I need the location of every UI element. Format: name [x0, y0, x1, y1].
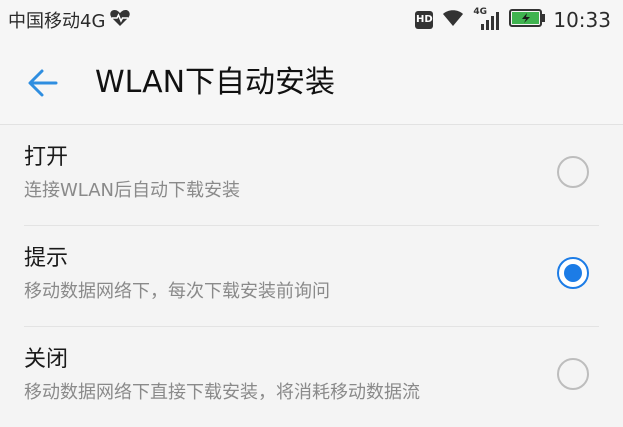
status-bar: 中国移动4G HD 4G 10:33: [0, 0, 623, 42]
signal-icon: 4G: [473, 7, 501, 31]
status-icons: HD 4G 10:33: [415, 7, 611, 33]
option-content: 打开 连接WLAN后自动下载安装: [24, 125, 623, 225]
battery-icon: [509, 9, 546, 31]
back-button[interactable]: [22, 61, 66, 105]
option-title: 提示: [24, 246, 69, 271]
option-row-on[interactable]: 打开 连接WLAN后自动下载安装: [0, 125, 623, 225]
option-title: 打开: [24, 145, 69, 170]
radio-button-prompt[interactable]: [557, 257, 589, 289]
option-content: 提示 移动数据网络下，每次下载安装前询问: [24, 226, 599, 326]
wifi-icon: [441, 8, 465, 32]
option-content: 关闭 移动数据网络下直接下载安装，将消耗移动数据流: [24, 327, 599, 427]
option-row-prompt[interactable]: 提示 移动数据网络下，每次下载安装前询问: [24, 225, 599, 326]
option-row-off[interactable]: 关闭 移动数据网络下直接下载安装，将消耗移动数据流: [24, 326, 599, 427]
hd-badge: HD: [415, 11, 434, 29]
clock: 10:33: [553, 8, 611, 32]
radio-button-off[interactable]: [557, 358, 589, 390]
option-subtitle: 移动数据网络下，每次下载安装前询问: [24, 281, 330, 302]
option-subtitle: 移动数据网络下直接下载安装，将消耗移动数据流: [24, 382, 420, 403]
radio-button-on[interactable]: [557, 156, 589, 188]
app-bar: WLAN下自动安装: [0, 42, 623, 125]
option-list: 打开 连接WLAN后自动下载安装 提示 移动数据网络下，每次下载安装前询问 关闭…: [0, 125, 623, 427]
option-subtitle: 连接WLAN后自动下载安装: [24, 180, 241, 201]
page-title: WLAN下自动安装: [95, 65, 336, 100]
carrier-info: 中国移动4G: [8, 8, 131, 35]
heart-pulse-icon: [109, 8, 131, 35]
arrow-left-icon: [22, 69, 66, 109]
option-title: 关闭: [24, 347, 69, 372]
carrier-label: 中国移动4G: [8, 10, 106, 32]
